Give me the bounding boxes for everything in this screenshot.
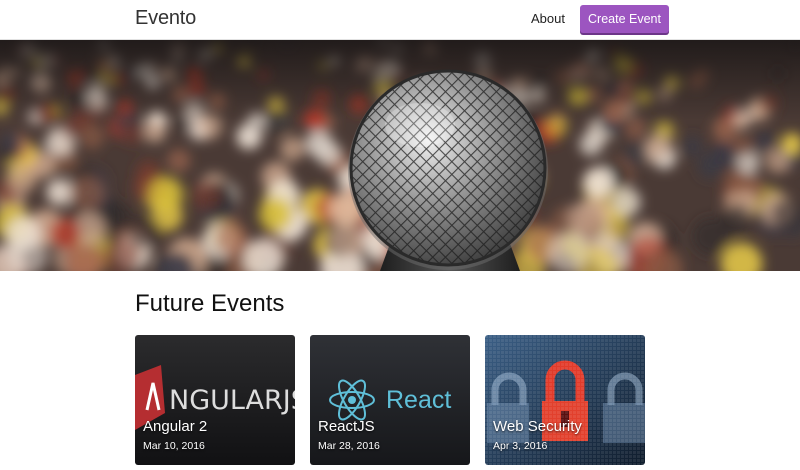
section-title: Future Events [135,290,285,317]
create-event-button[interactable]: Create Event [580,5,669,33]
event-title: Angular 2 [143,418,208,435]
hero-image [0,40,800,271]
about-link[interactable]: About [531,11,565,26]
event-date: Mar 10, 2016 [143,440,205,452]
brand-logo[interactable]: Evento [135,7,196,30]
event-card-angular[interactable]: NGULARJS Angular 2 Mar 10, 2016 [135,335,295,465]
event-card-react[interactable]: React ReactJS Mar 28, 2016 [310,335,470,465]
event-title: Web Security [493,418,582,435]
hero-banner [0,40,800,271]
top-navbar: Evento About Create Event [0,0,800,40]
svg-text:NGULARJS: NGULARJS [169,385,295,416]
svg-text:React: React [386,386,451,414]
event-date: Mar 28, 2016 [318,440,380,452]
event-title: ReactJS [318,418,375,435]
event-card-web-security[interactable]: Web Security Apr 3, 2016 [485,335,645,465]
microphone-icon [348,69,548,271]
event-date: Apr 3, 2016 [493,440,548,452]
